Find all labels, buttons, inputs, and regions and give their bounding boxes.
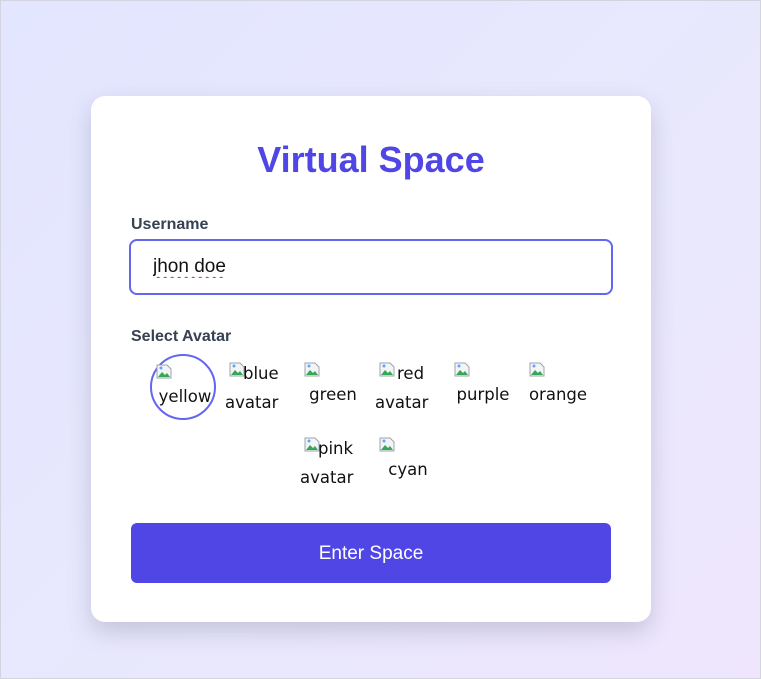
- avatar-alt-text: purple: [456, 385, 510, 404]
- avatar-alt-text-line2: avatar: [225, 393, 279, 408]
- avatar-alt-text-line2: avatar: [300, 468, 354, 483]
- app-title: Virtual Space: [257, 139, 485, 180]
- avatar-alt-text: yellow: [158, 387, 212, 406]
- broken-image-icon: [304, 362, 320, 377]
- avatar-alt-text: red: [397, 364, 425, 383]
- broken-image-icon: [156, 364, 172, 379]
- avatar-alt-text: pink: [318, 439, 354, 458]
- avatar-alt-text: blue: [243, 364, 279, 383]
- avatar-alt-text: green: [309, 385, 357, 404]
- avatar-option-orange[interactable]: orange: [525, 354, 591, 420]
- avatar-option-green[interactable]: green: [300, 354, 366, 420]
- avatar-option-cyan[interactable]: cyan: [375, 429, 441, 495]
- avatar-alt-text-line2: avatar: [375, 393, 429, 408]
- avatar-option-blue[interactable]: blue avatar: [225, 354, 291, 420]
- username-field-wrapper: [129, 239, 613, 295]
- avatar-option-red[interactable]: red avatar: [375, 354, 441, 420]
- avatar-option-pink[interactable]: pink avatar: [300, 429, 366, 495]
- broken-image-icon: [529, 362, 545, 377]
- avatar-alt-text: orange: [528, 385, 588, 404]
- avatar-option-yellow[interactable]: yellow: [150, 354, 216, 420]
- login-card: Virtual Space Username Select Avatar yel…: [91, 96, 651, 622]
- avatar-alt-text: cyan: [388, 460, 428, 479]
- broken-image-icon: [379, 437, 395, 452]
- avatar-option-purple[interactable]: purple: [450, 354, 516, 420]
- select-avatar-label: Select Avatar: [131, 328, 232, 345]
- broken-image-icon: [454, 362, 470, 377]
- enter-space-button[interactable]: Enter Space: [131, 523, 611, 583]
- username-label: Username: [131, 216, 209, 233]
- username-input[interactable]: [133, 243, 609, 291]
